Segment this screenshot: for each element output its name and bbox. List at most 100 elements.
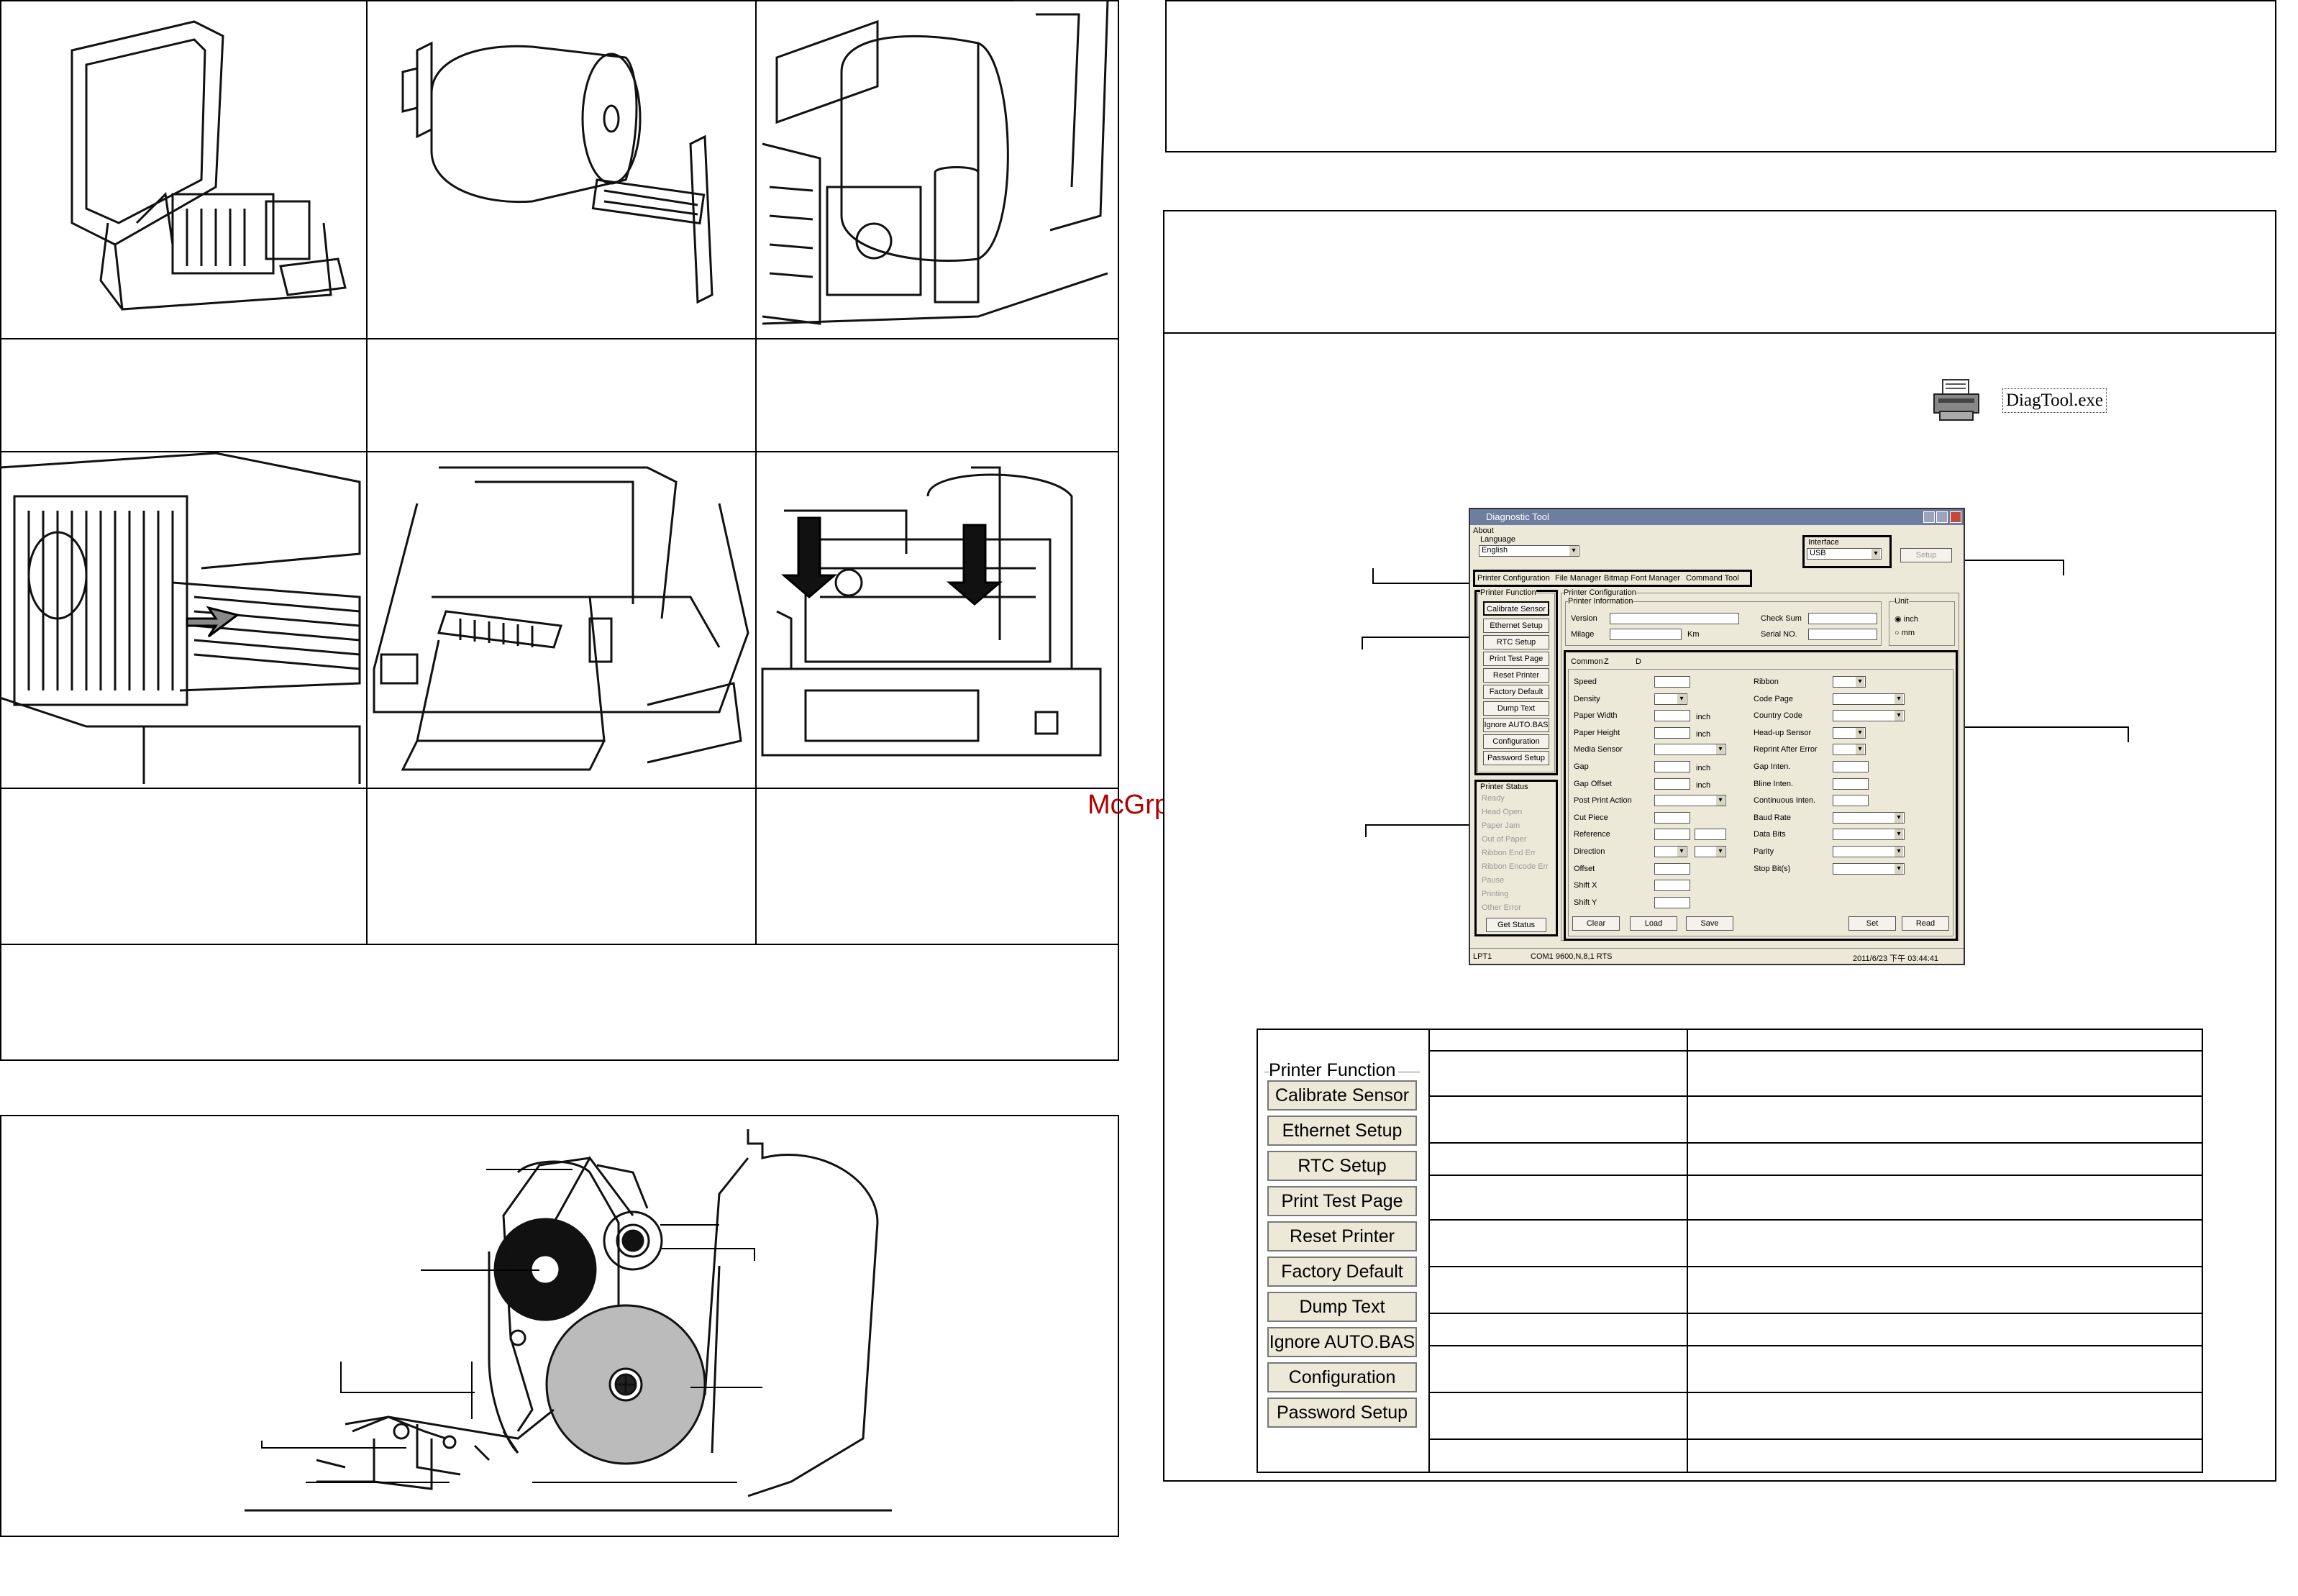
window-title: Diagnostic Tool <box>1470 509 1964 525</box>
setting-input[interactable] <box>1833 795 1869 806</box>
calibrate-sensor-button[interactable]: Calibrate Sensor <box>1483 601 1549 616</box>
unit-mm-radio[interactable]: ○ mm <box>1895 629 1915 637</box>
pf-print-test-page-button[interactable]: Print Test Page <box>1267 1186 1417 1216</box>
setting-input[interactable] <box>1695 846 1726 857</box>
table-divider <box>1428 1266 2203 1267</box>
setting-input[interactable] <box>1654 795 1726 806</box>
setting-input[interactable] <box>1654 676 1690 688</box>
printer-open-illustration <box>70 20 347 311</box>
setting-input[interactable] <box>1654 727 1690 739</box>
callout-line <box>1367 824 1472 826</box>
setting-input[interactable] <box>1833 710 1905 721</box>
setting-input[interactable] <box>1654 880 1690 891</box>
setting-input[interactable] <box>1833 846 1905 857</box>
setting-unit: inch <box>1696 781 1711 790</box>
configuration-page-button[interactable]: Configuration Page <box>1483 734 1549 759</box>
printer-function-label: Printer Function <box>1480 588 1536 597</box>
subtab-z[interactable]: Z <box>1604 657 1609 666</box>
clear-button[interactable]: Clear <box>1572 916 1620 931</box>
callout-line <box>660 1224 719 1226</box>
password-setup-button[interactable]: Password Setup <box>1483 751 1549 765</box>
setting-input[interactable] <box>1833 829 1905 840</box>
setting-unit: inch <box>1696 764 1711 772</box>
pf-password-setup-button[interactable]: Password Setup <box>1267 1397 1417 1428</box>
tab-command-tool[interactable]: Command Tool <box>1686 574 1739 583</box>
diagtool-exe-label[interactable]: DiagTool.exe <box>2002 388 2107 413</box>
grid-divider <box>755 0 757 944</box>
ethernet-setup-button[interactable]: Ethernet Setup <box>1483 619 1549 633</box>
pf-factory-default-button[interactable]: Factory Default <box>1267 1257 1417 1287</box>
ignore-autobas-button[interactable]: Ignore AUTO.BAS <box>1483 718 1549 732</box>
pf-rtc-setup-button[interactable]: RTC Setup <box>1267 1151 1417 1181</box>
unit-label: Unit <box>1895 597 1909 606</box>
maximize-button[interactable] <box>1936 511 1948 523</box>
pf-reset-printer-button[interactable]: Reset Printer <box>1267 1221 1417 1251</box>
setting-input[interactable] <box>1833 863 1905 875</box>
callout-line <box>2063 560 2064 575</box>
pf-ethernet-setup-button[interactable]: Ethernet Setup <box>1267 1116 1417 1146</box>
status-ready: Ready <box>1482 794 1505 803</box>
setting-label: Media Sensor <box>1574 745 1623 754</box>
setting-input[interactable] <box>1654 761 1690 772</box>
serial-field <box>1808 629 1877 640</box>
setting-input[interactable] <box>1654 812 1690 824</box>
setting-input[interactable] <box>1695 829 1726 840</box>
print-test-page-button[interactable]: Print Test Page <box>1483 652 1549 666</box>
set-button[interactable]: Set <box>1848 916 1896 931</box>
table-divider <box>1428 1313 2203 1314</box>
factory-default-button[interactable]: Factory Default <box>1483 685 1549 699</box>
language-select[interactable]: English <box>1479 545 1579 557</box>
printer-information-label: Printer Information <box>1568 597 1633 606</box>
setting-input[interactable] <box>1654 693 1687 705</box>
callout-line <box>662 1248 755 1249</box>
pf-ignore-autobas-button[interactable]: Ignore AUTO.BAS <box>1267 1327 1417 1357</box>
printer-status-label: Printer Status <box>1480 783 1528 791</box>
km-label: Km <box>1687 630 1700 639</box>
setting-input[interactable] <box>1833 727 1866 739</box>
setting-input[interactable] <box>1654 710 1690 721</box>
printer-function-title: Printer Function <box>1269 1060 1399 1081</box>
rtc-setup-button[interactable]: RTC Setup <box>1483 635 1549 649</box>
setting-input[interactable] <box>1833 693 1905 705</box>
subtab-d[interactable]: D <box>1636 657 1641 666</box>
setting-input[interactable] <box>1654 744 1726 755</box>
setting-input[interactable] <box>1833 812 1905 824</box>
interface-label: Interface <box>1808 538 1839 547</box>
tab-bitmap-font-manager[interactable]: Bitmap Font Manager <box>1604 574 1680 583</box>
setting-input[interactable] <box>1654 829 1690 840</box>
pf-dump-text-button[interactable]: Dump Text <box>1267 1292 1417 1322</box>
setting-label: Continuous Inten. <box>1754 796 1816 805</box>
setting-input[interactable] <box>1833 744 1866 755</box>
setting-label: Paper Width <box>1574 711 1618 720</box>
callout-line <box>532 1482 737 1483</box>
setting-input[interactable] <box>1833 676 1866 688</box>
dump-text-button[interactable]: Dump Text <box>1483 701 1549 716</box>
get-status-button[interactable]: Get Status <box>1486 918 1546 932</box>
pf-configuration-page-button[interactable]: Configuration Page <box>1267 1362 1417 1415</box>
reset-printer-button[interactable]: Reset Printer <box>1483 668 1549 683</box>
pf-calibrate-sensor-button[interactable]: Calibrate Sensor <box>1267 1080 1417 1111</box>
setting-input[interactable] <box>1654 778 1690 790</box>
about-menu[interactable]: About <box>1473 526 1494 535</box>
save-button[interactable]: Save <box>1686 916 1733 931</box>
setting-input[interactable] <box>1654 897 1690 908</box>
unit-inch-radio[interactable]: ◉ inch <box>1895 614 1918 624</box>
read-button[interactable]: Read <box>1902 916 1949 931</box>
callout-line <box>340 1362 342 1393</box>
check-sum-field <box>1808 613 1877 624</box>
interface-select[interactable]: USB <box>1807 548 1882 560</box>
load-button[interactable]: Load <box>1630 916 1677 931</box>
setting-input[interactable] <box>1654 846 1687 857</box>
setting-input[interactable] <box>1654 863 1690 875</box>
setup-button[interactable]: Setup <box>1900 548 1952 562</box>
note-box <box>1165 0 2276 152</box>
minimize-button[interactable] <box>1923 511 1935 523</box>
subtab-common[interactable]: Common <box>1571 657 1603 666</box>
setting-input[interactable] <box>1833 778 1869 790</box>
tab-file-manager[interactable]: File Manager <box>1555 574 1601 583</box>
setting-label: Post Print Action <box>1574 796 1632 805</box>
setting-label: Offset <box>1574 865 1595 873</box>
setting-input[interactable] <box>1833 761 1869 772</box>
close-button[interactable] <box>1950 511 1961 523</box>
tab-printer-configuration[interactable]: Printer Configuration <box>1477 574 1550 583</box>
